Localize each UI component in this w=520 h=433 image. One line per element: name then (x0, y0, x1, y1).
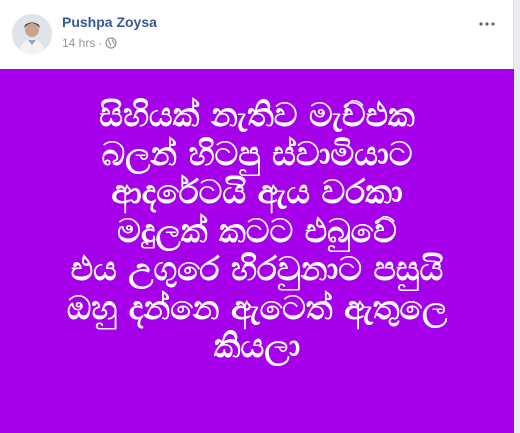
post-card: Pushpa Zoysa 14 hrs · සිහියක් නැතිව මැච්… (0, 0, 514, 433)
post-text-line: කියලා (213, 326, 301, 366)
globe-icon[interactable] (105, 37, 117, 49)
post-text: සිහියක් නැතිව මැච්එක බලන් හිටපු ස්වාමියා… (67, 96, 447, 366)
post-image[interactable]: සිහියක් නැතිව මැච්එක බලන් හිටපු ස්වාමියා… (0, 69, 514, 433)
more-options-icon (479, 22, 495, 26)
post-text-line: එය උගුරෙ හිරවුනාට පසුයි (70, 249, 444, 289)
post-text-line: බලන් හිටපු ස්වාමියාට (101, 133, 413, 173)
avatar[interactable] (12, 14, 52, 54)
post-text-line: ආදරේටයි ඇය වරකා (111, 172, 403, 212)
avatar-image (12, 14, 52, 54)
post-header: Pushpa Zoysa 14 hrs · (12, 12, 501, 56)
post-text-line: ඔහු දන්නෙ ඇටෙත් ඇතුලෙ (66, 287, 448, 327)
meta-separator: · (98, 36, 103, 50)
timestamp[interactable]: 14 hrs (62, 36, 95, 50)
post-text-line: සිහියක් නැතිව මැච්එක (99, 95, 415, 135)
more-options-button[interactable] (477, 16, 497, 32)
post-meta: 14 hrs · (62, 36, 117, 50)
post-text-line: මදුලක් කටට එබුවේ (117, 210, 397, 250)
author-name[interactable]: Pushpa Zoysa (62, 14, 157, 30)
